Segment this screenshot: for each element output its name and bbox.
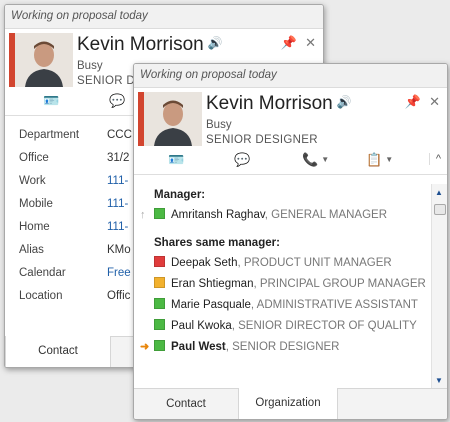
field-label: Mobile bbox=[19, 198, 53, 210]
presence-indicator bbox=[154, 256, 165, 267]
contact-header: Kevin Morrison 🔊 Busy SENIOR DESIGNER 📌 ✕ bbox=[134, 88, 447, 148]
presence-indicator bbox=[154, 340, 165, 351]
person-name[interactable]: Paul West bbox=[171, 341, 226, 353]
peer-item[interactable]: Marie Pasquale, ADMINISTRATIVE ASSISTANT bbox=[154, 295, 447, 316]
contact-name: Kevin Morrison 🔊 bbox=[206, 93, 352, 114]
schedule-meeting-button[interactable]: 📋 ▼ bbox=[366, 152, 393, 168]
phone-icon: 📞 bbox=[302, 152, 319, 167]
field-label: Work bbox=[19, 175, 46, 187]
field-label: Alias bbox=[19, 244, 44, 256]
pin-icon[interactable]: 📌 bbox=[281, 35, 297, 51]
action-toolbar: 🪪 💬 📞 ▼ 📋 ▼ ^ bbox=[134, 148, 447, 175]
contact-card-front: Working on proposal today Kevin Morrison… bbox=[133, 63, 448, 420]
person-role: , SENIOR DESIGNER bbox=[225, 341, 340, 353]
person-name[interactable]: Marie Pasquale bbox=[171, 299, 251, 311]
person-role: , SENIOR DIRECTOR OF QUALITY bbox=[231, 320, 417, 332]
close-icon[interactable]: ✕ bbox=[429, 94, 440, 110]
scroll-thumb[interactable] bbox=[434, 204, 446, 215]
presence-indicator bbox=[154, 298, 165, 309]
field-value: KMo bbox=[107, 244, 131, 256]
status-note: Working on proposal today bbox=[134, 64, 447, 88]
contact-name: Kevin Morrison 🔊 bbox=[77, 34, 223, 55]
collapse-icon[interactable]: ^ bbox=[428, 153, 441, 165]
manager-item[interactable]: ↑ Amritansh Raghav, GENERAL MANAGER bbox=[140, 205, 447, 226]
field-label: Office bbox=[19, 152, 49, 164]
contact-card-icon[interactable]: 🪪 bbox=[168, 152, 184, 168]
peer-item-current[interactable]: ➜ Paul West, SENIOR DESIGNER bbox=[140, 337, 447, 358]
person-role: , ADMINISTRATIVE ASSISTANT bbox=[250, 299, 418, 311]
peer-item[interactable]: Eran Shtiegman, PRINCIPAL GROUP MANAGER bbox=[154, 274, 447, 295]
contact-card-icon[interactable]: 🪪 bbox=[43, 93, 59, 109]
job-title: SENIOR DESIGNER bbox=[206, 134, 318, 146]
person-name[interactable]: Eran Shtiegman bbox=[171, 278, 253, 290]
field-value: Offic bbox=[107, 290, 131, 302]
home-phone-link[interactable]: 111- bbox=[107, 221, 128, 233]
chevron-down-icon: ▼ bbox=[385, 155, 394, 164]
meeting-icon: 📋 bbox=[366, 152, 383, 167]
peer-item[interactable]: Paul Kwoka, SENIOR DIRECTOR OF QUALITY bbox=[154, 316, 447, 337]
close-icon[interactable]: ✕ bbox=[305, 35, 316, 51]
scroll-up-icon[interactable]: ▲ bbox=[435, 188, 443, 197]
instant-message-icon[interactable]: 💬 bbox=[234, 152, 250, 168]
vertical-scrollbar[interactable]: ▲ ▼ bbox=[431, 184, 447, 389]
field-value: CCC bbox=[107, 129, 132, 141]
instant-message-icon[interactable]: 💬 bbox=[109, 93, 125, 109]
you-arrow-icon: ➜ bbox=[140, 341, 150, 353]
phone-call-button[interactable]: 📞 ▼ bbox=[302, 152, 329, 168]
contact-photo bbox=[9, 33, 73, 87]
person-name[interactable]: Deepak Seth bbox=[171, 257, 238, 269]
chevron-down-icon: ▼ bbox=[321, 155, 330, 164]
speaker-icon[interactable]: 🔊 bbox=[208, 36, 223, 50]
tab-contact[interactable]: Contact bbox=[5, 336, 111, 367]
field-label: Home bbox=[19, 221, 50, 233]
tab-contact[interactable]: Contact bbox=[134, 389, 238, 419]
person-role: , PRODUCT UNIT MANAGER bbox=[237, 257, 392, 269]
speaker-icon[interactable]: 🔊 bbox=[337, 95, 352, 109]
field-value: 31/2 bbox=[107, 152, 130, 164]
contact-photo bbox=[138, 92, 202, 146]
pin-icon[interactable]: 📌 bbox=[405, 94, 421, 110]
mobile-phone-link[interactable]: 111- bbox=[107, 198, 128, 210]
field-label: Calendar bbox=[19, 267, 66, 279]
presence-status: Busy bbox=[206, 119, 232, 131]
field-label: Department bbox=[19, 129, 80, 141]
person-role: , GENERAL MANAGER bbox=[264, 209, 388, 221]
up-arrow-icon: ↑ bbox=[140, 209, 146, 221]
presence-indicator bbox=[154, 319, 165, 330]
organization-panel: Manager: ↑ Amritansh Raghav, GENERAL MAN… bbox=[134, 175, 447, 391]
tab-organization[interactable]: Organization bbox=[238, 388, 338, 419]
peer-item[interactable]: Deepak Seth, PRODUCT UNIT MANAGER bbox=[154, 253, 447, 274]
field-label: Location bbox=[19, 290, 63, 302]
person-name[interactable]: Paul Kwoka bbox=[171, 320, 232, 332]
presence-indicator bbox=[154, 277, 165, 288]
calendar-link[interactable]: Free bbox=[107, 267, 131, 279]
presence-indicator bbox=[154, 208, 165, 219]
person-name[interactable]: Amritansh Raghav bbox=[171, 209, 265, 221]
peers-heading: Shares same manager: bbox=[154, 237, 280, 249]
status-note: Working on proposal today bbox=[5, 5, 323, 29]
scroll-down-icon[interactable]: ▼ bbox=[435, 376, 443, 385]
person-role: , PRINCIPAL GROUP MANAGER bbox=[253, 278, 426, 290]
presence-status: Busy bbox=[77, 60, 103, 72]
manager-heading: Manager: bbox=[154, 189, 206, 201]
work-phone-link[interactable]: 111- bbox=[107, 175, 128, 187]
card-tabs: Contact Organization bbox=[134, 388, 447, 419]
